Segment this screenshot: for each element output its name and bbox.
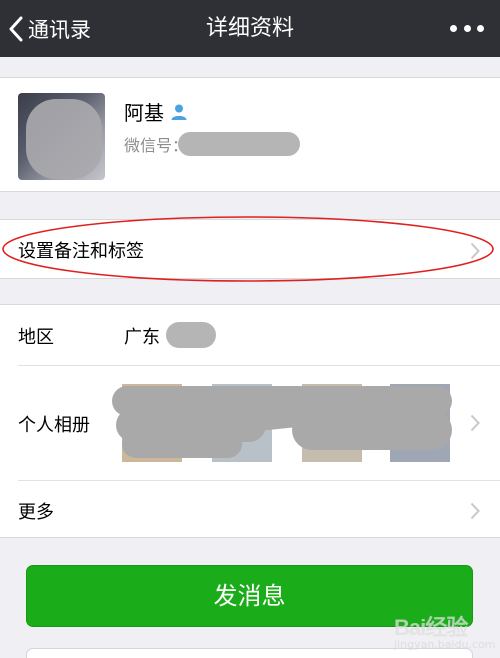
album-redaction bbox=[292, 410, 452, 450]
region-value: 广东 bbox=[124, 327, 160, 348]
album-redaction bbox=[122, 430, 242, 458]
more-dot-icon bbox=[463, 24, 471, 32]
chevron-left-icon bbox=[9, 16, 23, 41]
region-label: 地区 bbox=[18, 327, 54, 348]
set-remark-and-tags-label: 设置备注和标签 bbox=[18, 241, 144, 262]
wechat-id-row: 微信号： bbox=[124, 132, 301, 156]
contact-person-icon bbox=[171, 104, 187, 120]
personal-album-label: 个人相册 bbox=[18, 415, 90, 436]
wechat-id-redaction bbox=[178, 132, 301, 156]
send-message-button[interactable]: 发消息 bbox=[26, 565, 473, 627]
secondary-button-edge[interactable] bbox=[26, 648, 473, 658]
more-options-button[interactable] bbox=[450, 18, 484, 38]
region-redaction bbox=[166, 322, 216, 348]
navigation-bar: 通讯录 详细资料 bbox=[0, 0, 500, 57]
back-button[interactable]: 通讯录 bbox=[8, 0, 91, 57]
avatar[interactable] bbox=[18, 93, 105, 180]
more-label: 更多 bbox=[18, 502, 54, 523]
back-label: 通讯录 bbox=[28, 17, 91, 42]
chevron-right-icon bbox=[470, 242, 480, 260]
more-dot-icon bbox=[477, 24, 484, 32]
album-thumbnails[interactable] bbox=[112, 384, 452, 462]
more-dot-icon bbox=[450, 24, 457, 32]
name-row: 阿基 bbox=[124, 97, 188, 126]
more-row[interactable]: 更多 bbox=[0, 481, 500, 538]
avatar-redaction bbox=[26, 99, 102, 179]
set-remark-and-tags-row[interactable]: 设置备注和标签 bbox=[0, 219, 500, 279]
chevron-right-icon bbox=[470, 414, 480, 432]
contact-name: 阿基 bbox=[124, 101, 164, 125]
chevron-right-icon bbox=[470, 502, 480, 520]
